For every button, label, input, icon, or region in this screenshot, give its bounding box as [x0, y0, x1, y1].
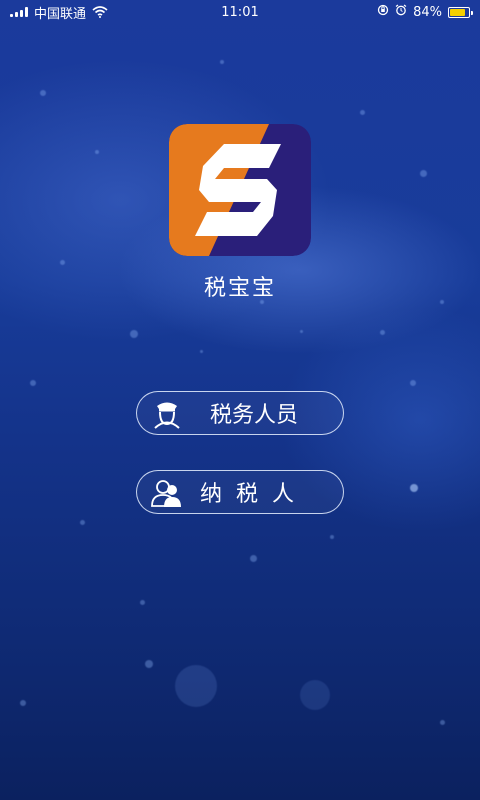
taxpayer-icon [149, 474, 185, 510]
launch-screen: 中国联通 11:01 84% 税宝宝 税务人员 纳税人 [0, 0, 480, 800]
tax-officer-label: 税务人员 [209, 403, 298, 428]
battery-icon [448, 6, 473, 18]
battery-level-fill [450, 8, 466, 16]
tax-officer-button[interactable]: 税务人员 [136, 391, 344, 435]
taxpayer-label: 纳税人 [199, 482, 308, 507]
app-name: 税宝宝 [203, 276, 276, 301]
taxpayer-button[interactable]: 纳税人 [136, 470, 344, 514]
status-time: 11:01 [221, 4, 259, 20]
s-logo-icon [169, 124, 311, 256]
tax-officer-icon [149, 395, 185, 431]
status-bar: 中国联通 11:01 84% [0, 0, 480, 24]
